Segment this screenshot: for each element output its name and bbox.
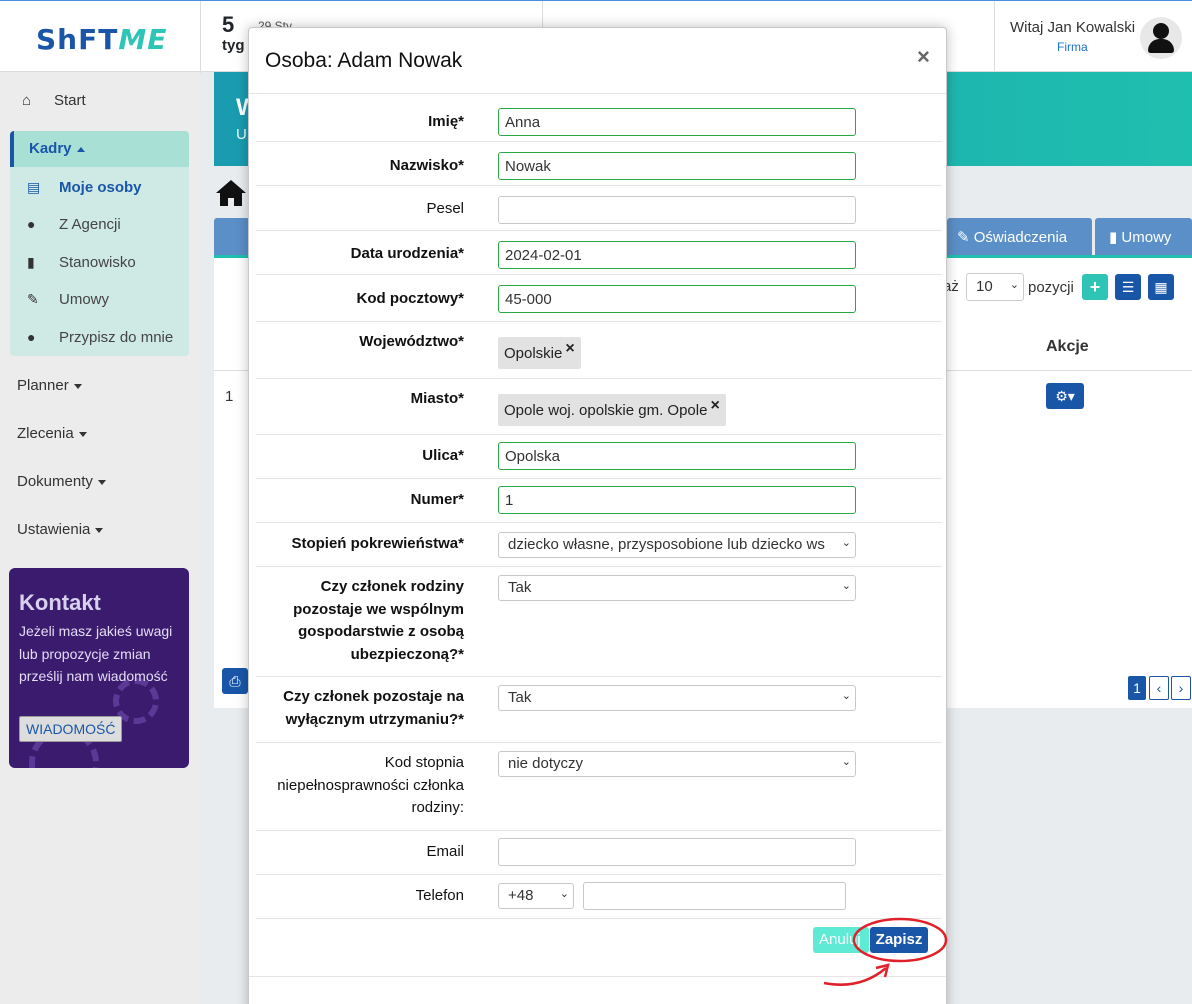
form-row-data-urodzenia: Data urodzenia* 2024-02-01 [256, 231, 942, 275]
field-label: Czy członek rodziny pozostaje we wspólny… [293, 578, 464, 663]
phone-prefix-select[interactable]: +48 ⌄ [498, 883, 574, 909]
form-row-miasto: Miasto* Opole woj. opolskie gm. Opole × [256, 379, 942, 435]
form-row-email: Email [256, 831, 942, 875]
field-label: Data urodzenia* [350, 245, 464, 262]
form-row-stopien: Stopień pokrewieństwa* dziecko własne, p… [256, 523, 942, 567]
modal-title: Osoba: Adam Nowak [265, 49, 463, 72]
form-row-wojewodztwo: Województwo* Opolskie × [256, 322, 942, 379]
disability-select[interactable]: nie dotyczy ⌄ [498, 751, 856, 777]
cancel-button[interactable]: Anuluj [813, 927, 869, 953]
field-label: Email [426, 843, 464, 860]
birth-date-field[interactable]: 2024-02-01 [498, 241, 856, 269]
form-row-telefon: Telefon +48 ⌄ [256, 875, 942, 919]
field-label: Województwo* [359, 333, 464, 350]
field-label: Miasto* [410, 390, 464, 407]
chevron-down-icon: ⌄ [841, 690, 851, 702]
form-row-imie: Imię* Anna [256, 98, 942, 142]
chevron-down-icon: ⌄ [559, 888, 569, 900]
relationship-select[interactable]: dziecko własne, przysposobione lub dziec… [498, 532, 856, 558]
postal-code-field[interactable]: 45-000 [498, 285, 856, 313]
person-modal: Osoba: Adam Nowak × Imię* Anna Nazwisko*… [248, 27, 947, 1004]
pesel-field[interactable] [498, 196, 856, 224]
chevron-down-icon: ⌄ [841, 580, 851, 592]
save-button[interactable]: Zapisz [870, 927, 928, 953]
field-label: Kod pocztowy* [356, 290, 465, 307]
field-label: Numer* [410, 491, 464, 508]
form-row-wspolne-gospodarstwo: Czy członek rodziny pozostaje we wspólny… [256, 567, 942, 677]
form-row-nazwisko: Nazwisko* Nowak [256, 142, 942, 186]
form-row-utrzymanie: Czy członek pozostaje na wyłącznym utrzy… [256, 677, 942, 743]
field-label: Telefon [415, 887, 464, 904]
last-name-field[interactable]: Nowak [498, 152, 856, 180]
field-label: Nazwisko* [389, 157, 464, 174]
field-label: Imię* [428, 113, 464, 130]
city-tag[interactable]: Opole woj. opolskie gm. Opole × [498, 394, 726, 426]
field-label: Stopień pokrewieństwa* [291, 535, 464, 552]
field-label: Czy członek pozostaje na wyłącznym utrzy… [283, 688, 464, 728]
phone-field[interactable] [583, 882, 846, 910]
voivodeship-tag[interactable]: Opolskie × [498, 337, 581, 369]
first-name-field[interactable]: Anna [498, 108, 856, 136]
dependent-select[interactable]: Tak ⌄ [498, 685, 856, 711]
form-row-pesel: Pesel [256, 186, 942, 231]
house-number-field[interactable]: 1 [498, 486, 856, 514]
remove-icon[interactable]: × [710, 397, 719, 414]
form-row-numer: Numer* 1 [256, 479, 942, 523]
form-row-kod-pocztowy: Kod pocztowy* 45-000 [256, 275, 942, 322]
remove-icon[interactable]: × [565, 340, 574, 357]
form-row-ulica: Ulica* Opolska [256, 435, 942, 479]
shared-household-select[interactable]: Tak ⌄ [498, 575, 856, 601]
street-field[interactable]: Opolska [498, 442, 856, 470]
chevron-down-icon: ⌄ [841, 756, 851, 768]
field-label: Pesel [426, 200, 464, 217]
field-label: Kod stopnia niepełnosprawności członka r… [277, 754, 464, 816]
close-icon[interactable]: × [917, 44, 930, 70]
form-row-niepelnosprawnosc: Kod stopnia niepełnosprawności członka r… [256, 743, 942, 831]
field-label: Ulica* [422, 447, 464, 464]
chevron-down-icon: ⌄ [841, 537, 851, 549]
email-field[interactable] [498, 838, 856, 866]
